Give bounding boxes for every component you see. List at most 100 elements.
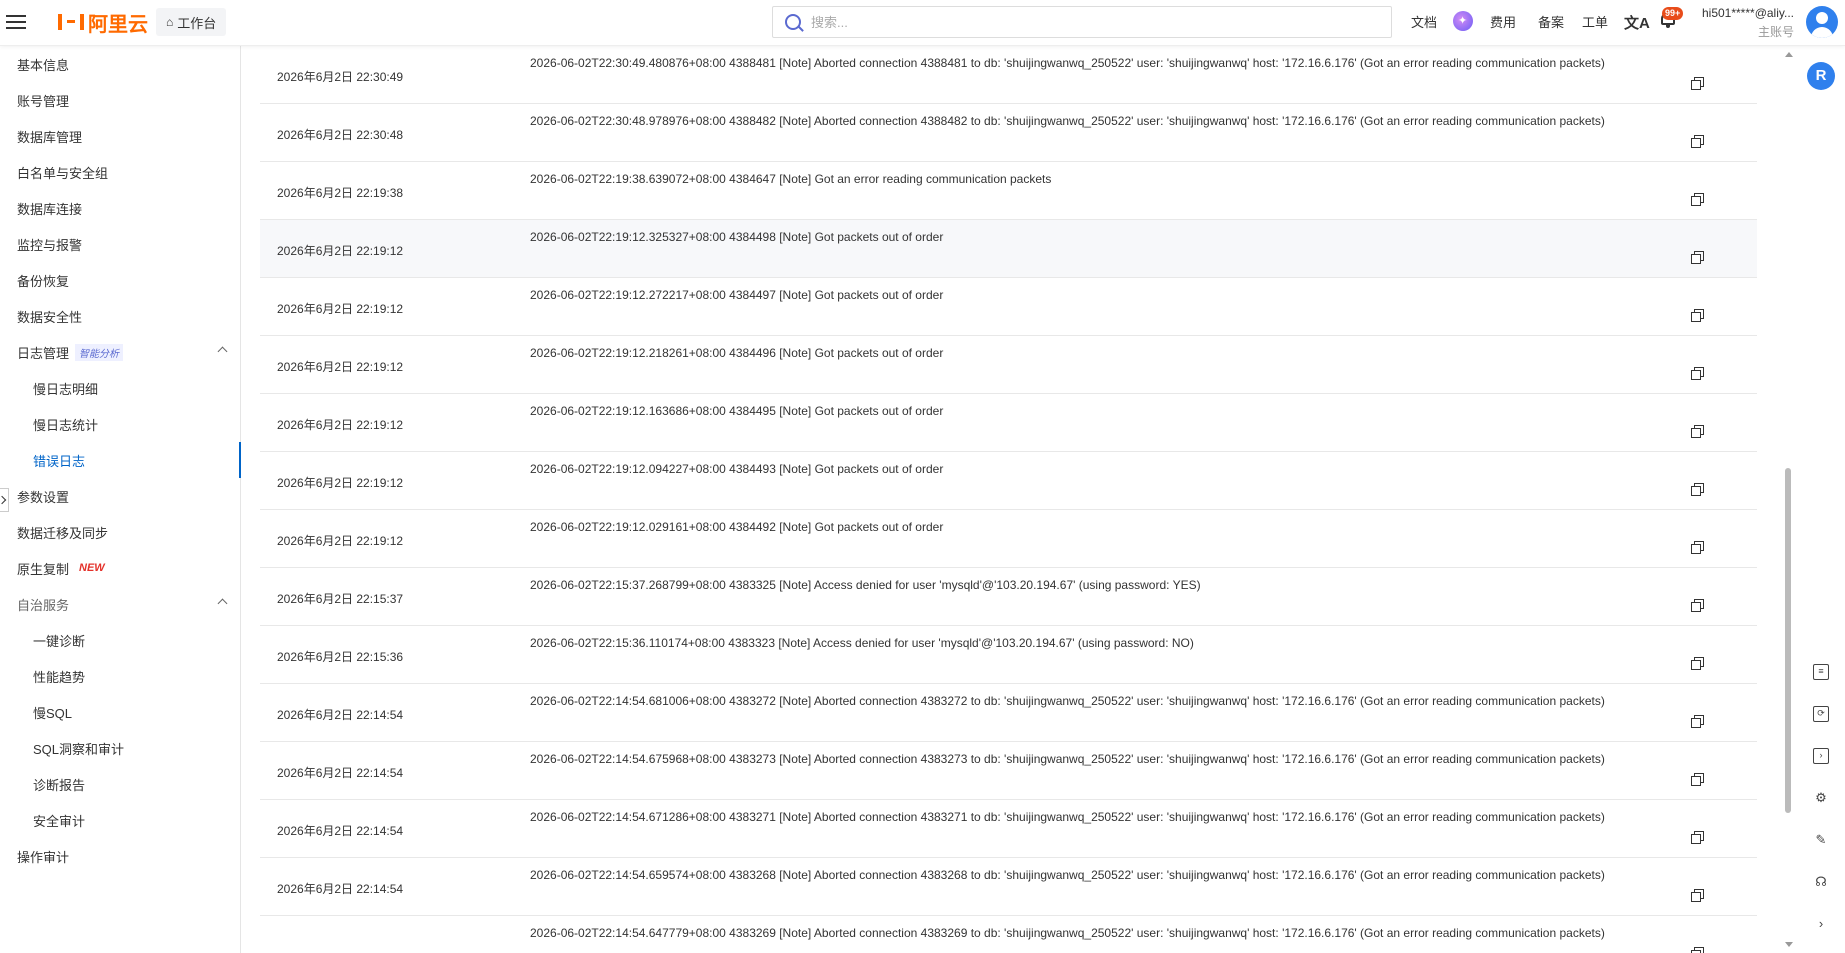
log-message: 2026-06-02T22:30:48.978976+08:00 4388482… [530,114,1605,128]
log-message: 2026-06-02T22:19:12.325327+08:00 4384498… [530,230,944,244]
table-row: 2026年6月2日 22:19:12 2026-06-02T22:19:12.09… [260,452,1757,510]
search-icon [785,14,801,30]
sidebar-item-backup[interactable]: 备份恢复 [0,262,240,298]
sidebar-collapse-handle[interactable] [0,488,9,512]
chevron-right-icon[interactable]: › [1813,916,1829,932]
copy-icon[interactable] [1691,135,1704,148]
avatar[interactable] [1806,6,1838,38]
error-log-list: 2026年6月2日 22:30:49 2026-06-02T22:30:49.48… [260,46,1757,953]
sidebar-item-operation-audit[interactable]: 操作审计 [0,838,240,874]
workbench-label: 工作台 [177,15,217,31]
copy-icon[interactable] [1691,77,1704,90]
ticket-link[interactable]: 工单 [1582,12,1608,31]
menu-icon[interactable] [6,12,28,34]
table-row: 2026年6月2日 22:14:54 2026-06-02T22:14:54.67… [260,742,1757,800]
beian-link[interactable]: 备案 [1538,12,1564,31]
sidebar-item-slow-sql[interactable]: 慢SQL [0,694,240,730]
sidebar-item-log-management[interactable]: 日志管理 智能分析 [0,334,240,370]
workbench-button[interactable]: ⌂ 工作台 [156,8,227,36]
copy-icon[interactable] [1691,715,1704,728]
sidebar-item-native-replication[interactable]: 原生复制 NEW [0,550,240,586]
copy-icon[interactable] [1691,251,1704,264]
search-input[interactable] [811,14,1371,30]
scroll-thumb[interactable] [1785,468,1791,813]
table-row: 2026年6月2日 22:15:37 2026-06-02T22:15:37.26… [260,568,1757,626]
ai-assistant-icon[interactable] [1453,11,1473,31]
table-row: 2026年6月2日 22:19:12 2026-06-02T22:19:12.32… [260,220,1757,278]
log-time: 2026年6月2日 22:30:48 [277,128,404,142]
copy-icon[interactable] [1691,483,1704,496]
sidebar-item-diagnosis[interactable]: 一键诊断 [0,622,240,658]
log-time: 2026年6月2日 22:15:36 [277,650,404,664]
scroll-up-icon[interactable] [1785,52,1793,57]
sidebar-item-connection[interactable]: 数据库连接 [0,190,240,226]
sidebar-item-monitoring[interactable]: 监控与报警 [0,226,240,262]
log-time: 2026年6月2日 22:19:38 [277,186,404,200]
copy-icon[interactable] [1691,947,1704,953]
table-row: 2026年6月2日 22:19:12 2026-06-02T22:19:12.02… [260,510,1757,568]
copy-icon[interactable] [1691,657,1704,670]
table-row: 2026年6月2日 22:14:54 2026-06-02T22:14:54.68… [260,684,1757,742]
terminal-icon[interactable]: › [1813,748,1829,764]
log-time: 2026年6月2日 22:14:54 [277,766,404,780]
log-message: 2026-06-02T22:19:12.029161+08:00 4384492… [530,520,944,534]
sidebar-item-security-audit[interactable]: 安全审计 [0,802,240,838]
sidebar-item-migration[interactable]: 数据迁移及同步 [0,514,240,550]
edit-icon[interactable]: ✎ [1813,832,1829,848]
sidebar-item-autonomy[interactable]: 自治服务 [0,586,240,622]
log-time: 2026年6月2日 22:15:37 [277,592,404,606]
log-time: 2026年6月2日 22:19:12 [277,534,404,548]
gear-icon[interactable]: ⚙ [1813,790,1829,806]
notification-badge: 99+ [1662,7,1684,20]
log-time: 2026年6月2日 22:14:54 [277,824,404,838]
scroll-down-icon[interactable] [1785,942,1793,947]
sidebar-item-databases[interactable]: 数据库管理 [0,118,240,154]
sidebar-item-parameters[interactable]: 参数设置 [0,478,240,514]
copy-icon[interactable] [1691,425,1704,438]
table-row: 2026年6月2日 22:30:49 2026-06-02T22:30:49.48… [260,46,1757,104]
table-row: 2026年6月2日 22:19:38 2026-06-02T22:19:38.63… [260,162,1757,220]
scrollbar[interactable] [1783,46,1793,953]
log-message: 2026-06-02T22:19:12.218261+08:00 4384496… [530,346,944,360]
smart-analysis-tag: 智能分析 [75,343,124,361]
sidebar-item-slow-log-detail[interactable]: 慢日志明细 [0,370,240,406]
copy-icon[interactable] [1691,367,1704,380]
table-row: 2026年6月2日 22:15:36 2026-06-02T22:15:36.11… [260,626,1757,684]
translate-icon[interactable]: 文A [1624,12,1650,33]
log-message: 2026-06-02T22:14:54.681006+08:00 4383272… [530,694,1605,708]
sidebar: 基本信息 账号管理 数据库管理 白名单与安全组 数据库连接 监控与报警 备份恢复… [0,46,241,953]
sidebar-item-basic-info[interactable]: 基本信息 [0,46,240,82]
copy-icon[interactable] [1691,193,1704,206]
sidebar-item-sql-insight[interactable]: SQL洞察和审计 [0,730,240,766]
support-headset-icon[interactable]: ☊ [1813,874,1829,890]
document-icon[interactable]: ≡ [1813,664,1829,680]
api-icon[interactable]: ⟳ [1813,706,1829,722]
copy-icon[interactable] [1691,889,1704,902]
home-icon: ⌂ [166,15,174,29]
sidebar-item-error-log[interactable]: 错误日志 [0,442,241,478]
log-time: 2026年6月2日 22:14:54 [277,882,404,896]
assistant-icon[interactable]: R [1807,62,1835,90]
copy-icon[interactable] [1691,541,1704,554]
docs-link[interactable]: 文档 [1411,12,1437,31]
sidebar-item-label: 自治服务 [17,597,70,613]
log-time: 2026年6月2日 22:19:12 [277,418,404,432]
user-info[interactable]: hi501*****@aliy... 主账号 [1698,6,1794,40]
copy-icon[interactable] [1691,309,1704,322]
copy-icon[interactable] [1691,773,1704,786]
sidebar-item-performance[interactable]: 性能趋势 [0,658,240,694]
sidebar-item-data-security[interactable]: 数据安全性 [0,298,240,334]
cost-link[interactable]: 费用 [1490,12,1516,31]
aliyun-logo[interactable]: 阿里云 [58,10,148,36]
log-message: 2026-06-02T22:30:49.480876+08:00 4388481… [530,56,1605,70]
search-box[interactable] [772,6,1392,38]
copy-icon[interactable] [1691,599,1704,612]
table-row: 2026年6月2日 22:14:54 2026-06-02T22:14:54.67… [260,800,1757,858]
sidebar-item-accounts[interactable]: 账号管理 [0,82,240,118]
sidebar-item-label: 慢日志明细 [33,381,99,397]
sidebar-item-whitelist[interactable]: 白名单与安全组 [0,154,240,190]
sidebar-item-diagnosis-report[interactable]: 诊断报告 [0,766,240,802]
sidebar-item-label: 账号管理 [17,93,70,109]
copy-icon[interactable] [1691,831,1704,844]
sidebar-item-slow-log-stats[interactable]: 慢日志统计 [0,406,240,442]
